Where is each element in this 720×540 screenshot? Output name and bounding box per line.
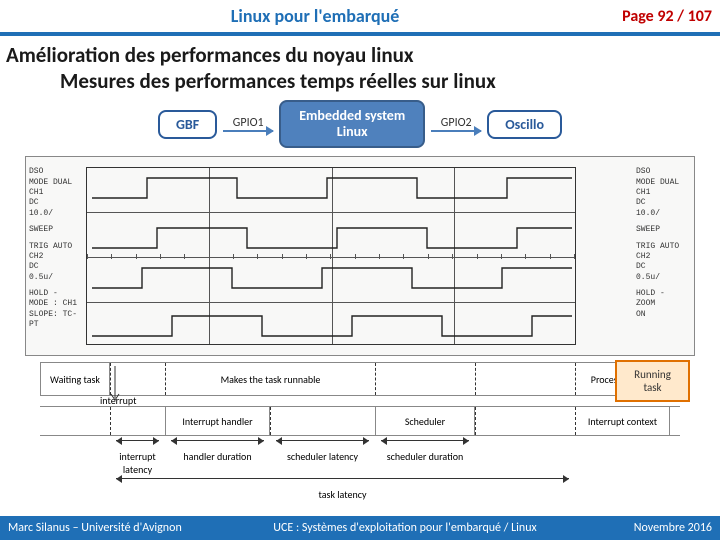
scope-grid — [86, 167, 576, 345]
heading-sub: Mesures des performances temps réelles s… — [60, 68, 720, 94]
lat-handler: handler duration — [165, 440, 270, 476]
footer-date: Novembre 2016 — [602, 521, 712, 535]
signal-flow: GBF GPIO1 Embedded system Linux GPIO2 Os… — [20, 100, 700, 148]
timing-diagram: Running task Waiting task Makes the task… — [40, 362, 680, 501]
footer-course: UCE : Systèmes d'exploitation pour l'emb… — [208, 521, 602, 535]
cell-waiting-task: Waiting task — [40, 363, 110, 395]
lat-scheduler-latency: scheduler latency — [270, 440, 375, 476]
scope-right-readout: DSO MODE DUAL CH1 DC 10.0/ SWEEP TRIG AU… — [636, 167, 691, 320]
footer-author: Marc Silanus – Université d'Avignon — [8, 521, 208, 535]
node-oscillo: Oscillo — [487, 110, 562, 139]
label-gpio1: GPIO1 — [233, 116, 264, 130]
embedded-line1: Embedded system — [299, 108, 405, 124]
node-gbf: GBF — [158, 110, 217, 139]
node-embedded: Embedded system Linux — [279, 100, 425, 148]
lat-task: task latency — [110, 478, 575, 501]
heading-main: Amélioration des performances du noyau l… — [6, 42, 720, 68]
cell-interrupt-context: Interrupt context — [575, 407, 670, 435]
embedded-line2: Linux — [299, 124, 405, 140]
slide-title: Linux pour l'embarqué — [8, 5, 622, 27]
cell-makes-runnable: Makes the task runnable — [165, 363, 375, 395]
cell-interrupt-handler: Interrupt handler — [165, 407, 270, 435]
scope-left-readout: DSO MODE DUAL CH1 DC 10.0/ SWEEP TRIG AU… — [29, 167, 84, 330]
lat-scheduler-duration: scheduler duration — [375, 440, 475, 476]
arrow-gpio2: GPIO2 — [431, 116, 481, 132]
lat-interrupt: interrupt latency — [110, 440, 165, 476]
header-bar: Linux pour l'embarqué Page 92 / 107 — [0, 0, 720, 36]
cell-scheduler: Scheduler — [375, 407, 475, 435]
oscilloscope-screenshot: DSO MODE DUAL CH1 DC 10.0/ SWEEP TRIG AU… — [25, 156, 695, 356]
arrow-gpio1: GPIO1 — [223, 116, 273, 132]
label-gpio2: GPIO2 — [441, 116, 472, 130]
footer-bar: Marc Silanus – Université d'Avignon UCE … — [0, 516, 720, 540]
page-indicator: Page 92 / 107 — [622, 7, 712, 26]
